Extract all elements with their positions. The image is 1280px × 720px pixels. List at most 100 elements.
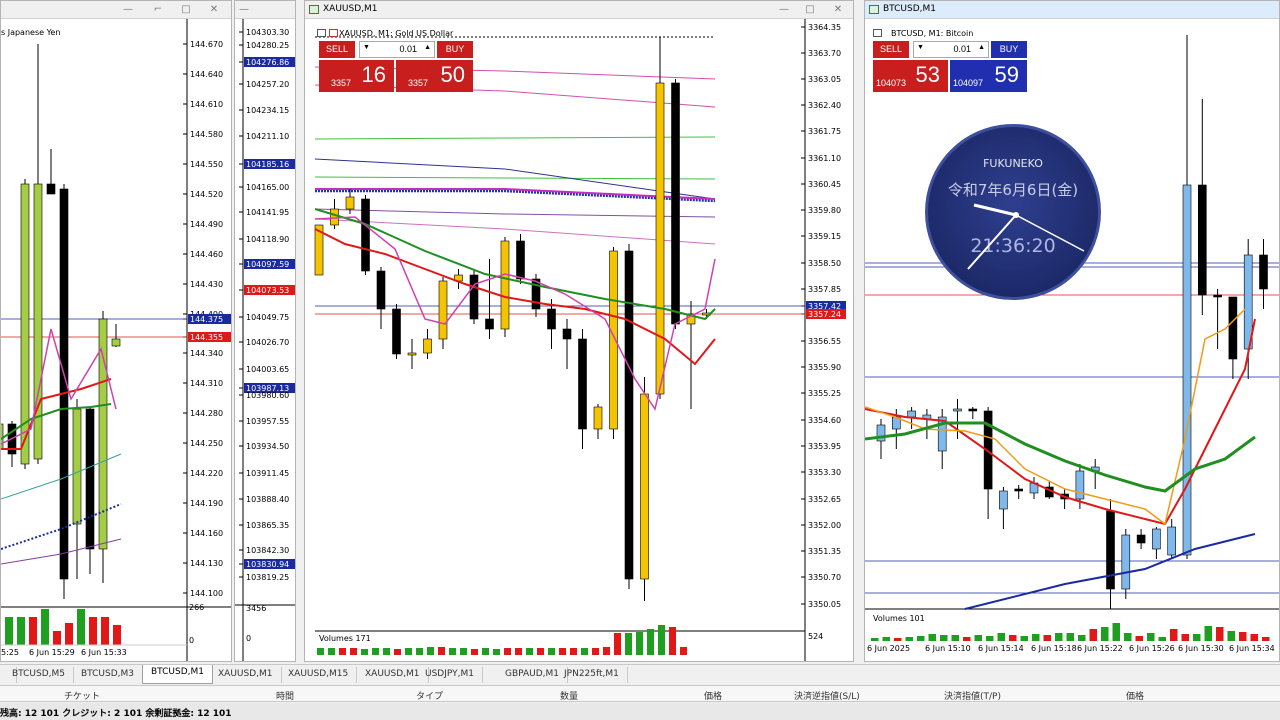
btc-candle xyxy=(907,410,916,418)
narrow-axis-label: 104049.75 xyxy=(246,313,289,322)
tab-xauusd-m15[interactable]: XAUUSD,M15 xyxy=(280,667,358,683)
btc-lot-value: 0.01 xyxy=(953,44,971,54)
usdjpy-axis-label: 144.280 xyxy=(190,409,223,418)
terminal-header: チケット 時間 タイプ 数量 価格 決済逆指値(S/L) 決済指値(T/P) 価… xyxy=(0,685,1280,702)
narrow-chart[interactable]: 104303.30 104280.25 104276.86 104257.20 1042… xyxy=(235,19,295,661)
btcusd-chart[interactable]: 6 Jun 2025 6 Jun 15:10 6 Jun 15:14 6 Jun 15… xyxy=(865,19,1279,661)
xau-bid-price[interactable]: 3357 16 xyxy=(319,60,394,92)
narrow-axis-label: 104280.25 xyxy=(246,41,289,50)
btc-time-label: 6 Jun 15:22 xyxy=(1077,644,1123,653)
lot-down-icon[interactable]: ▼ xyxy=(917,44,924,51)
narrow-axis-label: 103911.45 xyxy=(246,469,289,478)
usdjpy-axis-label: 144.355 xyxy=(190,333,223,342)
btc-sell-button[interactable]: SELL xyxy=(873,41,909,58)
toolbar-icon-1[interactable] xyxy=(873,29,882,37)
usdjpy-candle xyxy=(85,408,95,550)
btc-candle xyxy=(1106,510,1115,590)
btc-candle xyxy=(953,408,962,412)
usdjpy-vol-max: 266 xyxy=(189,603,204,612)
xauusd-chart[interactable]: 3364.35 3363.70 3363.05 3362.40 3361.75 3361.… xyxy=(305,19,853,661)
xauusd-titlebar[interactable]: XAUUSD,M1 — □ ✕ xyxy=(305,1,853,19)
narrow-vol-zero: 0 xyxy=(246,634,251,643)
btc-bid-price[interactable]: 104073 53 xyxy=(873,60,948,92)
xau-volume-bar xyxy=(570,648,577,655)
xau-volume-bar xyxy=(537,648,544,655)
col-volume[interactable]: 数量 xyxy=(560,689,578,702)
usdjpy-chart-window[interactable]: — ⌐ □ ✕ 144.670 144.640 144.610 144.580 144.… xyxy=(0,0,232,662)
xau-axis-label: 3363.05 xyxy=(808,75,841,84)
maximize-icon[interactable]: □ xyxy=(179,3,193,16)
xau-one-click-panel: SELL ▼ 0.01 ▲ BUY 3357 16 3357 50 xyxy=(319,41,473,92)
xau-axis-label: 3362.40 xyxy=(808,101,841,110)
lot-up-icon[interactable]: ▲ xyxy=(424,44,431,51)
tab-btcusd-m5[interactable]: BTCUSD,M5 xyxy=(4,667,75,683)
col-ticket[interactable]: チケット xyxy=(64,689,100,702)
xau-lot-field[interactable]: ▼ 0.01 ▲ xyxy=(359,41,435,58)
xau-sell-button[interactable]: SELL xyxy=(319,41,355,58)
usdjpy-titlebar[interactable]: — ⌐ □ ✕ xyxy=(1,1,231,19)
xau-candle xyxy=(392,308,401,355)
narrow-titlebar[interactable]: — xyxy=(235,1,295,19)
btc-ma-red xyxy=(865,318,1256,526)
minimize-icon[interactable]: — xyxy=(777,3,791,16)
tab-xauusd-m1[interactable]: XAUUSD,M1 xyxy=(210,667,282,683)
xau-axis-label: 3361.10 xyxy=(808,154,841,163)
usdjpy-candle xyxy=(111,338,121,347)
xau-axis-label: 3359.80 xyxy=(808,206,841,215)
xauusd-chart-window[interactable]: XAUUSD,M1 — □ ✕ 3364.35 3363.70 3363.05 336… xyxy=(304,0,854,662)
xau-axis-label: 3358.50 xyxy=(808,259,841,268)
close-icon[interactable]: ✕ xyxy=(831,3,845,16)
tab-btcusd-m1[interactable]: BTCUSD,M1 xyxy=(142,665,214,684)
btc-buy-button[interactable]: BUY xyxy=(991,41,1027,58)
xau-volume-bar xyxy=(482,648,489,655)
btcusd-chart-window[interactable]: BTCUSD,M1 6 Jun 2025 6 Jun 15:10 6 Jun 15:… xyxy=(864,0,1280,662)
toolbar-icon-2[interactable] xyxy=(329,29,338,37)
btc-time-label: 6 Jun 15:26 xyxy=(1129,644,1175,653)
chart-tabs-bar: BTCUSD,M5 BTCUSD,M3 BTCUSD,M1 XAUUSD,M1 … xyxy=(0,664,1280,684)
tab-usdjpy-m1[interactable]: USDJPY,M1 xyxy=(417,667,483,683)
btc-volume-bar xyxy=(1020,636,1028,641)
btc-time-label: 6 Jun 2025 xyxy=(867,644,910,653)
xau-volumes-label: Volumes 171 xyxy=(319,634,371,643)
col-sl[interactable]: 決済逆指値(S/L) xyxy=(794,689,860,702)
minimize-icon[interactable]: — xyxy=(237,3,251,16)
col-type[interactable]: タイプ xyxy=(416,689,443,702)
btc-volume-bar xyxy=(1043,635,1051,641)
chart-window-icon xyxy=(869,5,879,14)
col-price[interactable]: 価格 xyxy=(704,689,722,702)
xau-axis-label: 3355.25 xyxy=(808,389,841,398)
tab-btcusd-m3[interactable]: BTCUSD,M3 xyxy=(73,667,144,683)
toolbar-icon-1[interactable] xyxy=(317,29,326,37)
xau-volume-bar xyxy=(438,647,445,655)
tab-jpn225ft-m1[interactable]: JPN225ft,M1 xyxy=(556,667,628,683)
btc-lot-field[interactable]: ▼ 0.01 ▲ xyxy=(913,41,989,58)
maximize-icon[interactable]: □ xyxy=(803,3,817,16)
btcusd-titlebar[interactable]: BTCUSD,M1 xyxy=(865,1,1279,19)
lot-up-icon[interactable]: ▲ xyxy=(978,44,985,51)
xau-volume-bar xyxy=(328,648,335,655)
xau-candle xyxy=(376,270,386,310)
usdjpy-axis-label: 144.310 xyxy=(190,379,223,388)
btc-ask-price[interactable]: 104097 59 xyxy=(950,60,1027,92)
xau-volume-bar xyxy=(504,648,511,655)
col-tp[interactable]: 決済指値(T/P) xyxy=(944,689,1001,702)
btc-one-click-panel: SELL ▼ 0.01 ▲ BUY 104073 53 104097 59 xyxy=(873,41,1027,92)
btcusd-narrow-window[interactable]: — 104303.30 104280.25 104276.86 104257.20 10… xyxy=(234,0,296,662)
btc-candle xyxy=(1152,528,1161,550)
close-icon-l1[interactable]: ⌐ xyxy=(151,3,165,16)
narrow-axis-label: 104303.30 xyxy=(246,28,289,37)
narrow-axis-label: 103842.30 xyxy=(246,546,289,555)
lot-down-icon[interactable]: ▼ xyxy=(363,44,370,51)
usdjpy-axis-label: 144.640 xyxy=(190,70,223,79)
col-price-2[interactable]: 価格 xyxy=(1126,689,1144,702)
minimize-icon[interactable]: — xyxy=(121,3,135,16)
usdjpy-chart[interactable]: 144.670 144.640 144.610 144.580 144.550 144.5… xyxy=(1,19,231,661)
xau-axis-label: 3359.15 xyxy=(808,232,841,241)
xau-buy-button[interactable]: BUY xyxy=(437,41,473,58)
narrow-axis-label: 104118.90 xyxy=(246,235,289,244)
col-time[interactable]: 時間 xyxy=(276,689,294,702)
xau-ask-price[interactable]: 3357 50 xyxy=(396,60,473,92)
close-icon[interactable]: ✕ xyxy=(207,3,221,16)
xau-volume-bar xyxy=(471,649,478,655)
narrow-axis-label: 103830.94 xyxy=(246,560,289,569)
